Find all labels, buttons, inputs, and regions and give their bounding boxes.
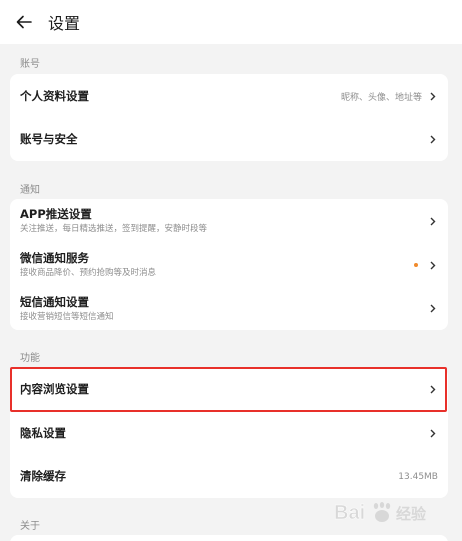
- row-content-browse[interactable]: 内容浏览设置: [10, 368, 448, 411]
- about-card: [10, 535, 448, 541]
- section-label-account: 账号: [20, 59, 40, 70]
- row-title: 内容浏览设置: [20, 382, 89, 396]
- row-app-push[interactable]: APP推送设置 关注推送，每日精选推送，签到提醒，安静时段等: [10, 199, 448, 243]
- row-title: APP推送设置: [20, 207, 92, 221]
- row-profile-settings[interactable]: 个人资料设置 昵称、头像、地址等: [10, 74, 448, 118]
- chevron-right-icon: [428, 303, 438, 315]
- chevron-right-icon: [428, 427, 438, 439]
- row-wechat-notify[interactable]: 微信通知服务 接收商品降价、预约抢购等及时消息: [10, 243, 448, 287]
- account-card: 个人资料设置 昵称、头像、地址等 账号与安全: [10, 74, 448, 161]
- section-label-notify: 通知: [20, 185, 40, 196]
- page-title: 设置: [48, 14, 81, 33]
- row-subtitle: 接收营销短信等短信通知: [20, 311, 114, 322]
- header-bar: 设置: [0, 0, 462, 44]
- svg-text:经验: 经验: [396, 505, 427, 523]
- row-title: 隐私设置: [20, 425, 66, 440]
- svg-text:Bai: Bai: [334, 502, 365, 524]
- watermark-logo: Bai 经验: [334, 495, 446, 531]
- row-title: 个人资料设置: [20, 88, 89, 103]
- chevron-right-icon: [428, 384, 438, 396]
- arrow-left-icon: [16, 15, 32, 29]
- chevron-right-icon: [428, 90, 438, 102]
- chevron-right-icon: [428, 134, 438, 146]
- row-title: 账号与安全: [20, 132, 78, 146]
- row-subtitle: 关注推送，每日精选推送，签到提醒，安静时段等: [20, 224, 208, 234]
- row-sms-notify[interactable]: 短信通知设置 接收营销短信等短信通知: [10, 287, 448, 330]
- row-hint: 昵称、头像、地址等: [340, 92, 422, 103]
- section-label-about: 关于: [20, 521, 40, 532]
- chevron-right-icon: [428, 215, 438, 227]
- row-subtitle: 接收商品降价、预约抢购等及时消息: [20, 268, 157, 278]
- chevron-right-icon: [428, 259, 438, 271]
- row-privacy[interactable]: 隐私设置: [10, 411, 448, 455]
- back-button[interactable]: [0, 0, 48, 44]
- unread-dot: [414, 263, 418, 267]
- row-clear-cache[interactable]: 清除缓存 13.45MB: [10, 455, 448, 498]
- cache-size: 13.45MB: [398, 471, 438, 482]
- row-account-security[interactable]: 账号与安全: [10, 118, 448, 161]
- feature-card: 内容浏览设置 隐私设置 清除缓存 13.45MB: [10, 368, 448, 498]
- row-title: 清除缓存: [20, 469, 66, 483]
- row-title: 短信通知设置: [20, 294, 89, 309]
- notify-card: APP推送设置 关注推送，每日精选推送，签到提醒，安静时段等 微信通知服务 接收…: [10, 199, 448, 330]
- settings-page: 设置 账号 个人资料设置 昵称、头像、地址等 账号与安全 通知 APP推送设置 …: [0, 0, 462, 541]
- row-title: 微信通知服务: [20, 251, 89, 265]
- section-label-feature: 功能: [20, 353, 40, 364]
